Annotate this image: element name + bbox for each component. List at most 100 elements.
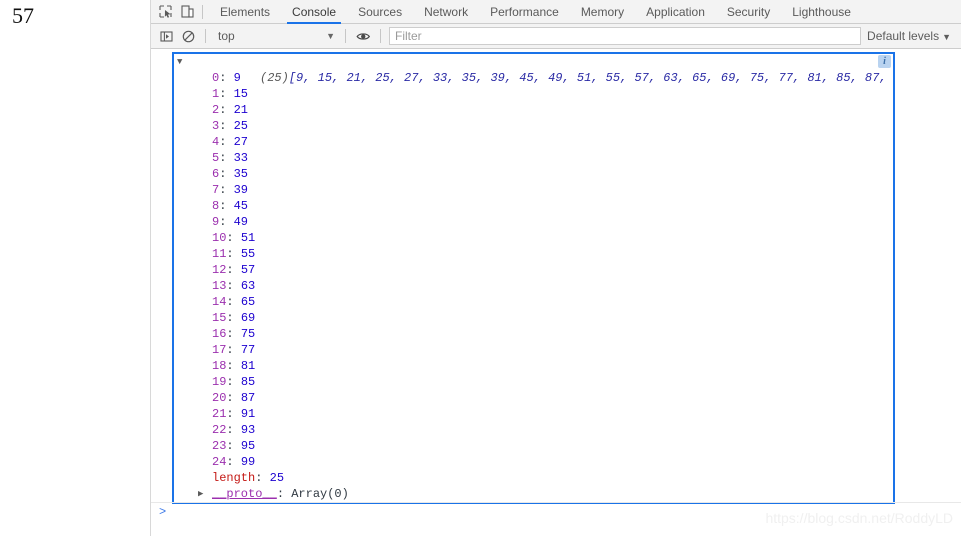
inspect-element-glyph (158, 5, 172, 18)
array-item-row: 3: 25 (174, 118, 893, 134)
execution-context-value: top (218, 29, 235, 43)
array-item-colon: : (226, 231, 241, 245)
tab-memory[interactable]: Memory (570, 0, 635, 24)
array-item-colon: : (226, 455, 241, 469)
array-item-colon: : (226, 247, 241, 261)
log-levels-dropdown[interactable]: Default levels ▼ (867, 29, 961, 43)
tab-sources-label: Sources (358, 4, 403, 19)
tab-application[interactable]: Application (635, 0, 716, 24)
array-item-index: 18 (212, 359, 227, 373)
array-item-value: 75 (240, 327, 256, 341)
array-item-colon: : (226, 391, 241, 405)
inspect-element-icon[interactable] (154, 0, 176, 24)
array-preview: [9, 15, 21, 25, 27, 33, 35, 39, 45, 49, … (288, 71, 887, 85)
array-item-row: 1: 15 (174, 86, 893, 102)
length-key: length (212, 471, 256, 485)
array-item-row: 14: 65 (174, 294, 893, 310)
tab-elements-label: Elements (220, 4, 271, 19)
array-item-row: 18: 81 (174, 358, 893, 374)
expand-triangle-icon[interactable]: ▼ (177, 54, 187, 70)
length-colon: : (255, 471, 270, 485)
tab-network[interactable]: Network (413, 0, 479, 24)
array-item-colon: : (219, 215, 234, 229)
console-sidebar-icon[interactable] (155, 24, 177, 49)
live-expression-eye-icon[interactable] (352, 24, 374, 49)
tab-memory-label: Memory (580, 4, 625, 19)
tab-console[interactable]: Console (281, 0, 347, 24)
array-item-row: 13: 63 (174, 278, 893, 294)
array-header-row[interactable]: ▼ (25)[9, 15, 21, 25, 27, 33, 35, 39, 45,… (174, 54, 893, 85)
array-item-value: 39 (233, 183, 249, 197)
array-item-value: 55 (240, 247, 256, 261)
array-item-row: 10: 51 (174, 230, 893, 246)
devtools-tablist: Elements Console Sources Network Perform… (209, 0, 862, 24)
array-item-index: 17 (212, 343, 227, 357)
tab-lighthouse[interactable]: Lighthouse (781, 0, 862, 24)
tab-application-label: Application (646, 4, 705, 19)
document-page-area: 57 (0, 0, 151, 536)
array-item-index: 14 (212, 295, 227, 309)
array-item-row: 17: 77 (174, 342, 893, 358)
info-icon[interactable]: i (878, 55, 891, 68)
array-item-index: 22 (212, 423, 227, 437)
array-item-index: 24 (212, 455, 227, 469)
tabbar-divider (202, 4, 203, 19)
array-item-value: 81 (240, 359, 256, 373)
array-item-row: 6: 35 (174, 166, 893, 182)
device-toolbar-glyph (180, 5, 194, 18)
tab-performance[interactable]: Performance (479, 0, 570, 24)
tab-security[interactable]: Security (716, 0, 781, 24)
array-item-row: 8: 45 (174, 198, 893, 214)
log-levels-label: Default levels (867, 29, 940, 43)
array-item-colon: : (226, 263, 241, 277)
console-sidebar-glyph (159, 30, 173, 42)
console-output-area: ▼ (25)[9, 15, 21, 25, 27, 33, 35, 39, 45,… (151, 49, 961, 536)
array-item-row: 16: 75 (174, 326, 893, 342)
tab-sources[interactable]: Sources (347, 0, 413, 24)
proto-value: Array(0) (291, 487, 349, 501)
console-filter-input[interactable] (389, 27, 862, 45)
array-item-index: 13 (212, 279, 227, 293)
console-toolbar: top ▼ Default levels▼ (151, 24, 961, 49)
array-item-value: 69 (240, 311, 256, 325)
device-toolbar-icon[interactable] (176, 0, 198, 24)
array-item-colon: : (226, 407, 241, 421)
devtools-tabbar: Elements Console Sources Network Perform… (151, 0, 961, 24)
array-item-row: 5: 33 (174, 150, 893, 166)
proto-colon: : (276, 487, 292, 501)
array-length-badge: (25) (260, 71, 289, 85)
console-log-entry[interactable]: ▼ (25)[9, 15, 21, 25, 27, 33, 35, 39, 45,… (172, 52, 895, 504)
watermark-text: https://blog.csdn.net/RoddyLD (765, 510, 953, 526)
array-item-index: 11 (212, 247, 227, 261)
array-item-value: 49 (233, 215, 249, 229)
clear-console-icon[interactable] (177, 24, 199, 49)
array-proto-row[interactable]: ▶ __proto__: Array(0) (174, 486, 893, 502)
tab-elements[interactable]: Elements (209, 0, 281, 24)
array-item-colon: : (226, 423, 241, 437)
array-item-value: 27 (233, 135, 249, 149)
tab-console-label: Console (292, 4, 337, 19)
array-item-index: 10 (212, 231, 227, 245)
array-item-colon: : (226, 327, 241, 341)
execution-context-selector[interactable]: top ▼ (212, 27, 339, 46)
array-items-list: 0: 9 1: 15 2: 21 3: 25 4: 27 5: 33 6: 35 7: 39 8… (174, 70, 893, 470)
array-item-colon: : (219, 183, 234, 197)
chevron-down-icon: ▼ (942, 32, 951, 42)
array-item-row: 4: 27 (174, 134, 893, 150)
array-item-value: 99 (240, 455, 256, 469)
array-item-colon: : (226, 279, 241, 293)
array-item-value: 45 (233, 199, 249, 213)
array-item-colon: : (219, 199, 234, 213)
array-item-colon: : (226, 311, 241, 325)
array-item-row: 7: 39 (174, 182, 893, 198)
array-item-value: 87 (240, 391, 256, 405)
array-item-colon: : (226, 295, 241, 309)
array-item-index: 19 (212, 375, 227, 389)
proto-key[interactable]: __proto__ (212, 487, 277, 501)
array-item-value: 65 (240, 295, 256, 309)
proto-expand-triangle-icon[interactable]: ▶ (198, 486, 208, 502)
array-item-colon: : (226, 439, 241, 453)
array-item-value: 35 (233, 167, 249, 181)
tab-performance-label: Performance (490, 4, 559, 19)
array-item-index: 16 (212, 327, 227, 341)
